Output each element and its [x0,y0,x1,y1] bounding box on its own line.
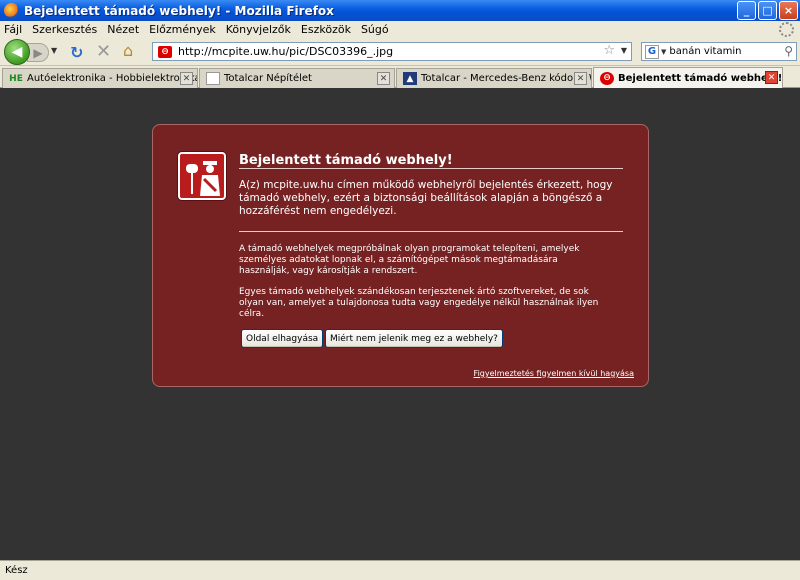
status-bar: Kész [0,560,800,580]
police-officer-icon [178,152,226,200]
reload-icon[interactable]: ↻ [70,43,83,62]
window-title: Bejelentett támadó webhely! - Mozilla Fi… [24,3,334,18]
search-input[interactable] [669,46,770,57]
arrow-left-icon: ◀ [11,44,23,60]
search-icon[interactable]: ⚲ [784,44,793,58]
stop-icon[interactable]: ✕ [96,41,111,62]
ignore-warning-link[interactable]: Figyelmeztetés figyelmen kívül hagyása [474,369,634,378]
why-blocked-button[interactable]: Miért nem jelenik meg ez a webhely? [325,329,503,348]
history-dropdown-icon[interactable]: ▼ [51,46,57,55]
tab-totalcar-mercedes[interactable]: ▲ Totalcar - Mercedes-Benz kódok - W12..… [396,68,592,88]
tab-attack-site[interactable]: ⊖ Bejelentett támadó webhely! ✕ [593,67,783,88]
back-button[interactable]: ◀ [4,39,30,65]
title-divider [239,168,623,169]
page-content: Bejelentett támadó webhely! A(z) mcpite.… [0,88,800,560]
url-dropdown-icon[interactable]: ▼ [621,46,627,55]
bookmark-star-icon[interactable]: ☆ [603,43,615,58]
menu-edit[interactable]: Szerkesztés [32,23,97,36]
status-text: Kész [5,565,28,576]
maximize-button[interactable]: □ [758,1,777,20]
page-favicon-icon [206,72,220,85]
menu-bookmarks[interactable]: Könyvjelzők [226,23,291,36]
menu-tools[interactable]: Eszközök [301,23,351,36]
menu-history[interactable]: Előzmények [149,23,216,36]
blocked-favicon-icon: ⊖ [600,71,614,85]
menu-file[interactable]: Fájl [4,23,22,36]
tab-close-icon[interactable]: ✕ [180,72,193,85]
arrow-right-icon: ▶ [33,45,43,60]
error-detail-2: Egyes támadó webhelyek szándékosan terje… [239,287,599,319]
menu-help[interactable]: Súgó [361,23,389,36]
firefox-icon [4,3,19,18]
url-text[interactable]: http://mcpite.uw.hu/pic/DSC03396_.jpg [178,45,393,58]
tab-totalcar-nepitelet[interactable]: Totalcar Népítélet ✕ [199,68,395,88]
minimize-button[interactable]: _ [737,1,756,20]
error-detail-1: A támadó webhelyek megpróbálnak olyan pr… [239,244,580,276]
attack-site-warning: Bejelentett támadó webhely! A(z) mcpite.… [152,124,649,387]
menu-view[interactable]: Nézet [107,23,139,36]
leave-page-button[interactable]: Oldal elhagyása [241,329,324,348]
tab-label: Totalcar - Mercedes-Benz kódok - W12... [421,73,591,84]
window-titlebar: Bejelentett támadó webhely! - Mozilla Fi… [0,0,800,21]
tab-bar: HE Autóelektronika - Hobbielektronika.hu… [0,66,800,88]
tab-close-icon[interactable]: ✕ [377,72,390,85]
menu-bar: Fájl Szerkesztés Nézet Előzmények Könyvj… [0,21,800,38]
throbber-icon [779,22,794,37]
navigation-toolbar: ▶ ◀ ▼ ↻ ✕ ⌂ ⊖ http://mcpite.uw.hu/pic/DS… [0,38,800,66]
forward-button[interactable]: ▶ [27,43,49,62]
engine-dropdown-icon[interactable]: ▼ [661,48,666,56]
tab-label: Totalcar Népítélet [224,73,312,84]
site-favicon-icon: ⊖ [158,45,172,58]
close-window-button[interactable]: × [779,1,798,20]
error-main-text: A(z) mcpite.uw.hu címen működő webhelyrő… [239,179,613,217]
tab-close-icon[interactable]: ✕ [765,71,778,84]
google-search-engine-icon[interactable]: G [645,44,659,59]
he-favicon-icon: HE [9,73,23,84]
search-bar[interactable]: G ▼ ⚲ [641,42,797,61]
home-icon[interactable]: ⌂ [123,41,133,60]
url-bar[interactable]: ⊖ http://mcpite.uw.hu/pic/DSC03396_.jpg … [152,42,632,61]
tab-close-icon[interactable]: ✕ [574,72,587,85]
tab-hobbielektronika[interactable]: HE Autóelektronika - Hobbielektronika.hu… [2,68,198,88]
tab-label: Autóelektronika - Hobbielektronika.hu :: [27,73,197,84]
error-title: Bejelentett támadó webhely! [239,153,453,168]
totalcar-favicon-icon: ▲ [403,72,417,85]
tab-label: Bejelentett támadó webhely! [618,72,783,84]
section-divider [239,231,623,232]
